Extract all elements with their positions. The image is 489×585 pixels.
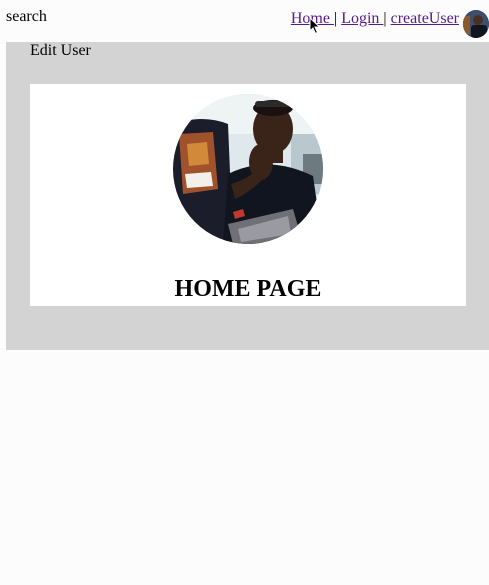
nav-separator: | xyxy=(383,10,387,27)
user-avatar[interactable] xyxy=(463,10,489,38)
nav-link-create-user[interactable]: createUser xyxy=(391,10,459,27)
search-label: search xyxy=(6,8,47,25)
content-card: HOME PAGE xyxy=(30,84,466,306)
home-page-heading: HOME PAGE xyxy=(174,276,322,302)
nav-link-login[interactable]: Login xyxy=(341,10,383,27)
panel-title: Edit User xyxy=(30,42,91,59)
edit-user-panel: Edit User HOME PAGE xyxy=(6,42,489,350)
mouse-cursor-icon xyxy=(309,17,321,35)
nav-separator: | xyxy=(333,10,338,27)
profile-photo xyxy=(173,94,323,244)
